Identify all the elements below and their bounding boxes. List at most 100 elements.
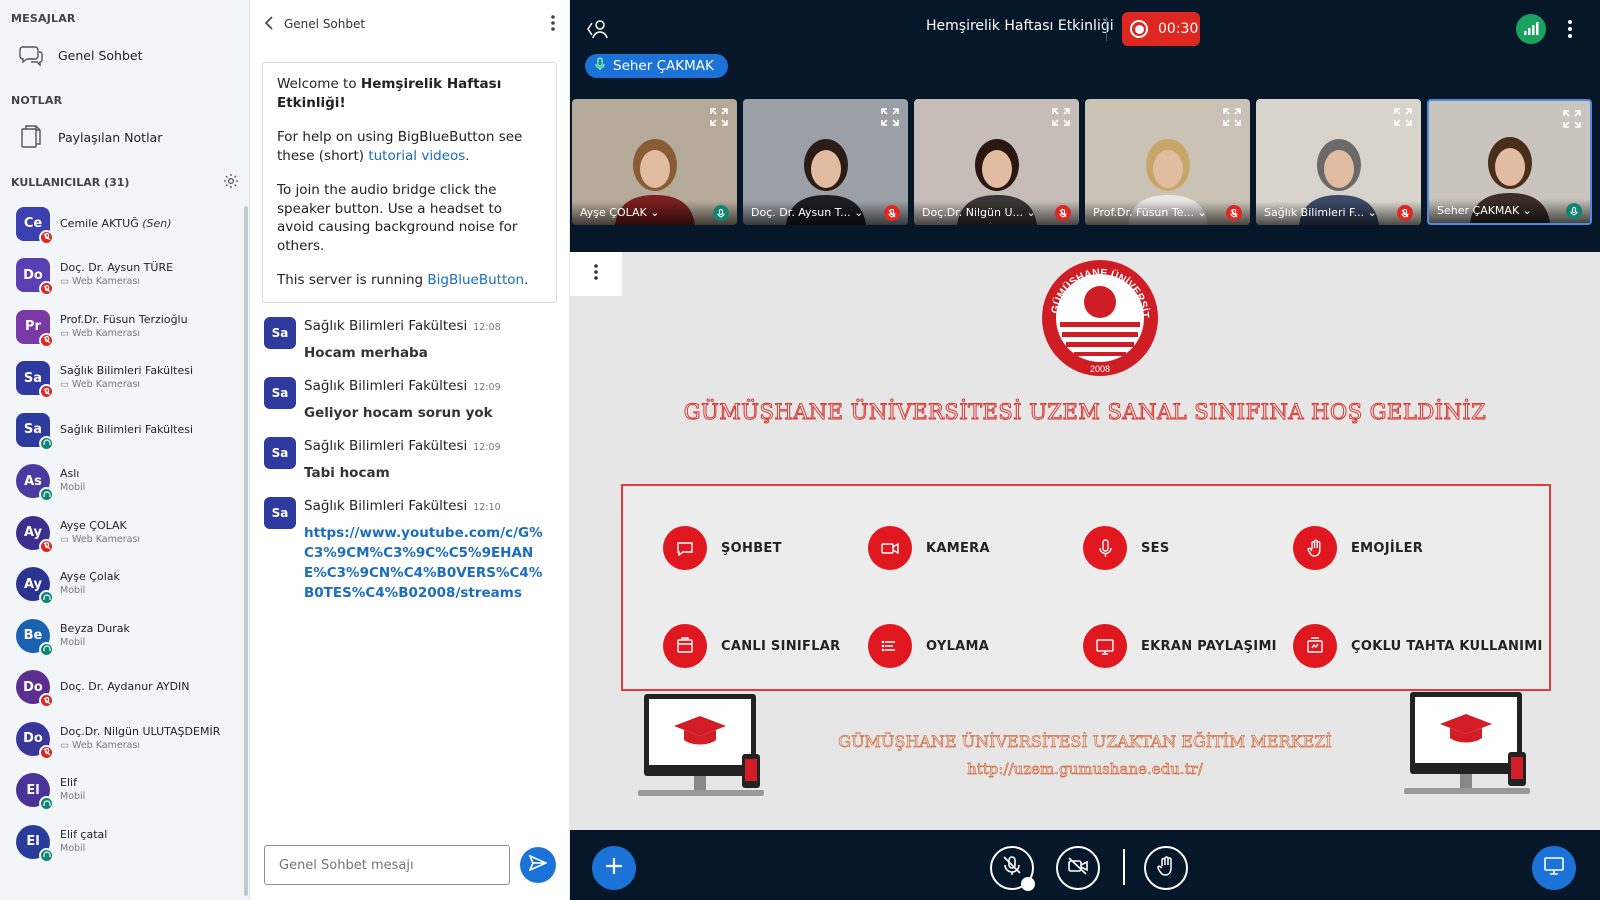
recording-indicator[interactable]: 00:30 (1122, 12, 1200, 46)
send-message-button[interactable] (520, 847, 556, 883)
chat-message-input[interactable] (264, 845, 510, 885)
shared-notes-item[interactable]: Paylaşılan Notlar (0, 115, 249, 159)
muted-mic-badge-icon (39, 744, 54, 760)
plus-icon (605, 857, 623, 879)
message-time: 12:10 (473, 501, 501, 513)
message-avatar-initials: Sa (271, 505, 289, 520)
user-name: Beyza Durak (60, 622, 130, 636)
message-avatar: Sa (264, 436, 296, 469)
message-sender: Sağlık Bilimleri Fakültesi (304, 437, 468, 454)
fullscreen-expand-icon[interactable] (709, 107, 729, 127)
logo-year: 2008 (1090, 364, 1110, 374)
actions-plus-button[interactable] (592, 846, 636, 890)
user-list-item[interactable]: Ay Ayşe ÇOLAK ▭ Web Kamerası (0, 507, 249, 559)
message-body: Sağlık Bilimleri Fakültesi 12:10 https://w… (304, 497, 555, 603)
avatar-initials: Ay (23, 525, 43, 541)
user-list-item[interactable]: Do Doç.Dr. Nilgün ULUTAŞDEMİR ▭ Web Kamera… (0, 713, 249, 765)
chat-options-kebab-icon[interactable] (551, 14, 555, 34)
user-status-text: Mobil (60, 482, 86, 494)
connection-status-icon[interactable] (1516, 14, 1546, 44)
avatar-initials: Sa (23, 370, 43, 386)
settings-gear-icon[interactable] (223, 173, 239, 192)
fullscreen-expand-icon[interactable] (1051, 107, 1071, 127)
presentation-options-button[interactable] (570, 252, 622, 296)
user-name-text: Aslı (60, 467, 80, 481)
message-time: 12:09 (473, 381, 501, 393)
feature-chat: ŞOHBET (663, 526, 782, 570)
chevron-down-icon: ⌄ (1367, 206, 1377, 219)
public-chat-label: Genel Sohbet (58, 47, 143, 63)
server-end: . (524, 272, 529, 288)
chat-message: Sa Sağlık Bilimleri Fakültesi 12:09 Geliyor… (250, 376, 569, 423)
camera-icon (868, 526, 912, 570)
tutorial-videos-link[interactable]: tutorial videos (368, 148, 465, 164)
microphone-icon (595, 57, 605, 75)
avatar: As (16, 464, 54, 503)
muted-mic-icon (1226, 205, 1242, 221)
toggle-camera-button[interactable] (1056, 846, 1100, 890)
user-list-item[interactable]: Ay Ayşe Çolak Mobil (0, 559, 249, 611)
avatar: Do (16, 258, 54, 297)
webcam-tile[interactable]: Doç.Dr. Nilgün U... ⌄ (914, 99, 1079, 225)
user-list-item[interactable]: Do Doç. Dr. Aydanur AYDIN (0, 662, 249, 714)
welcome-message: Welcome to Hemşirelik Haftası Etkinliği!… (262, 62, 557, 303)
user-list-item[interactable]: Be Beyza Durak Mobil (0, 610, 249, 662)
message-header: Sağlık Bilimleri Fakültesi 12:09 (304, 437, 555, 457)
user-list-item[interactable]: Sa Sağlık Bilimleri Fakültesi ▭ Web Kamera… (0, 353, 249, 405)
user-list-scrollbar[interactable] (244, 206, 248, 896)
chat-panel: Genel Sohbet Welcome to Hemşirelik Hafta… (250, 0, 570, 900)
message-sender: Sağlık Bilimleri Fakültesi (304, 377, 468, 394)
message-header: Sağlık Bilimleri Fakültesi 12:10 (304, 497, 555, 517)
user-status-text: Web Kamerası (72, 739, 141, 751)
avatar-initials: Sa (23, 422, 43, 438)
user-list-item[interactable]: El Elif çatal Mobil (0, 816, 249, 868)
fullscreen-expand-icon[interactable] (1562, 109, 1582, 129)
user-name-text: Cemile AKTUĞ (60, 216, 139, 230)
user-list-item[interactable]: As Aslı Mobil (0, 456, 249, 508)
user-name-text: Doç. Dr. Aydanur AYDIN (60, 680, 190, 694)
presentation-slide: GÜMÜŞHANE ÜNİVERSİTESİ 2008 GÜMÜŞHANE ÜN… (570, 252, 1600, 830)
user-list-item[interactable]: Pr Prof.Dr. Füsun Terzioğlu ▭ Web Kamerası (0, 301, 249, 353)
user-status: Mobil (60, 842, 107, 856)
webcam-tile[interactable]: Doç. Dr. Aysun T... ⌄ (743, 99, 908, 225)
message-link[interactable]: https://www.youtube.com/c/G%C3%9CM%C3%9C… (304, 523, 552, 603)
user-name-text: Ayşe ÇOLAK (60, 518, 127, 532)
audio-options-caret-icon[interactable] (1021, 877, 1035, 891)
user-name-text: Ayşe Çolak (60, 570, 120, 584)
webcam-tile[interactable]: Ayşe ÇOLAK ⌄ (572, 99, 737, 225)
webcam-tile[interactable]: Sağlık Bilimleri F... ⌄ (1256, 99, 1421, 225)
talking-indicator[interactable]: Seher ÇAKMAK (585, 54, 728, 78)
user-info: Aslı Mobil (60, 467, 85, 495)
listen-only-headphone-icon (39, 847, 54, 863)
fullscreen-expand-icon[interactable] (1222, 107, 1242, 127)
feature-label: ÇOKLU TAHTA KULLANIMI (1351, 638, 1543, 654)
user-name-text: Beyza Durak (60, 621, 130, 635)
chat-bubble-icon (18, 42, 44, 68)
user-list-item[interactable]: El Elif Mobil (0, 765, 249, 817)
toggle-userlist-icon[interactable] (586, 18, 610, 44)
user-list-panel: MESAJLAR Genel Sohbet NOTLAR Paylaşılan … (0, 0, 250, 900)
raise-hand-button[interactable] (1144, 846, 1188, 890)
user-status-text: Mobil (60, 585, 86, 597)
mute-microphone-button[interactable] (990, 846, 1035, 891)
user-list-item[interactable]: Sa Sağlık Bilimleri Fakültesi (0, 404, 249, 456)
webcam-tile[interactable]: Prof.Dr. Füsun Te... ⌄ (1085, 99, 1250, 225)
user-list-item[interactable]: Do Doç. Dr. Aysun TÜRE ▭ Web Kamerası (0, 250, 249, 302)
fullscreen-expand-icon[interactable] (1393, 107, 1413, 127)
options-kebab-icon[interactable] (1568, 20, 1572, 42)
fullscreen-expand-icon[interactable] (880, 107, 900, 127)
controls-divider (1123, 849, 1125, 885)
features-box: ŞOHBET KAMERA SES EMOJİLER CANLI SINIFLAR OYL… (621, 484, 1551, 691)
avatar: Sa (16, 412, 54, 451)
users-header: KULLANICILAR (31) (0, 170, 249, 194)
bigbluebutton-link[interactable]: BigBlueButton (427, 272, 524, 288)
muted-mic-icon (1055, 205, 1071, 221)
presentation-toggle-button[interactable] (1532, 846, 1576, 890)
chat-back-button[interactable]: Genel Sohbet (264, 15, 365, 33)
message-header: Sağlık Bilimleri Fakültesi 12:09 (304, 377, 555, 397)
webcam-tile[interactable]: Seher ÇAKMAK ⌄ (1427, 99, 1592, 225)
message-text: Tabi hocam (304, 464, 390, 481)
webcam-user-name-text: Ayşe ÇOLAK (580, 206, 647, 219)
user-list-item[interactable]: Ce Cemile AKTUĞ (Sen) (0, 198, 249, 250)
public-chat-item[interactable]: Genel Sohbet (0, 33, 249, 77)
